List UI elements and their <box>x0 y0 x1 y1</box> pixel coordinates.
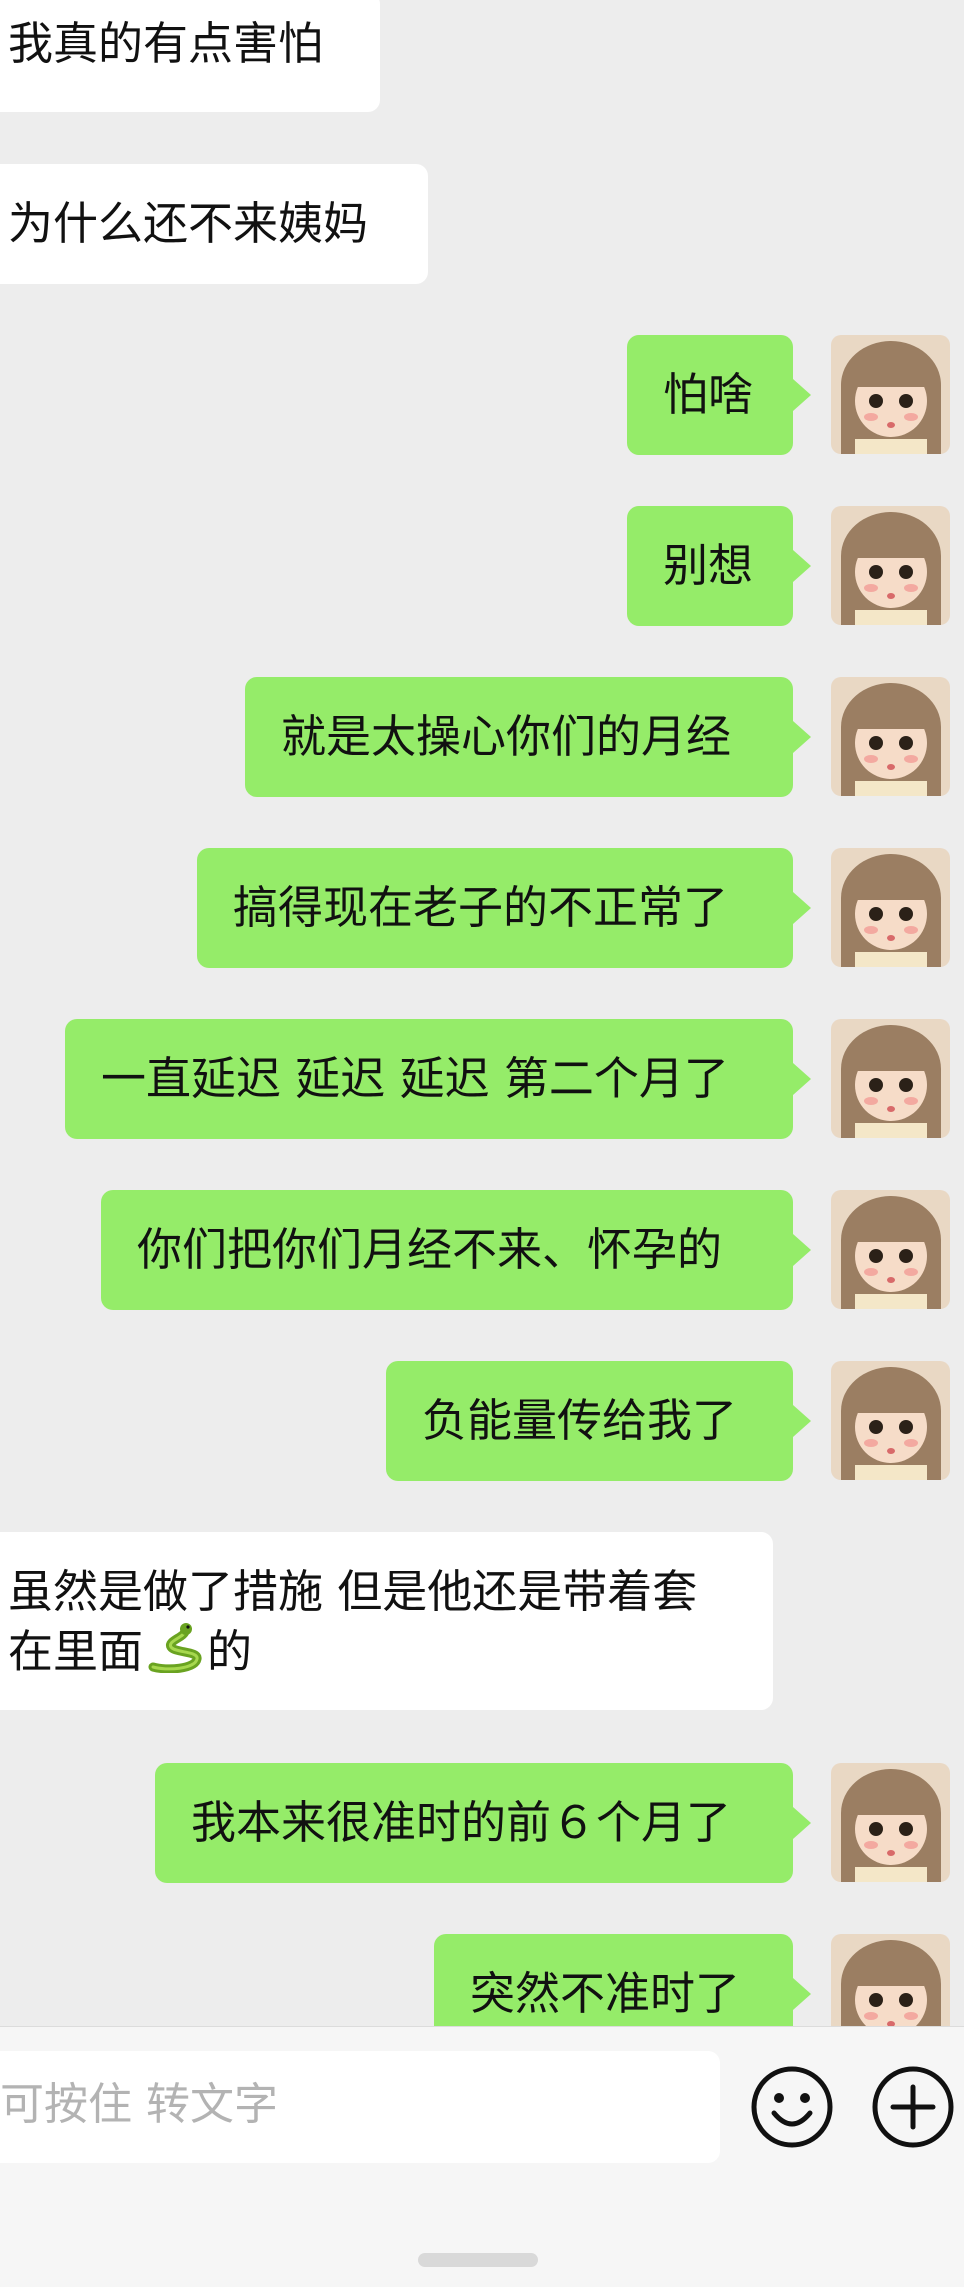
smiley-face-icon[interactable] <box>750 2065 834 2149</box>
message-text-line-1: 虽然是做了措施 但是他还是带着套 <box>8 1565 698 1618</box>
message-bubble-incoming[interactable]: 为什么还不来姨妈 <box>0 164 428 284</box>
message-bubble-outgoing[interactable]: 别想 <box>627 506 811 626</box>
message-text: 为什么还不来姨妈 <box>8 197 369 250</box>
doll-avatar-icon <box>831 1361 950 1480</box>
message-text: 你们把你们月经不来、怀孕的 <box>137 1223 723 1276</box>
snake-emoji-icon <box>145 1622 205 1688</box>
message-bubble-outgoing[interactable]: 我本来很准时的前６个月了 <box>155 1763 811 1883</box>
message-text: 就是太操心你们的月经 <box>281 710 732 763</box>
message-text: 怕啥 <box>663 368 754 421</box>
message-text-line-2: 在里面 的 <box>8 1622 753 1688</box>
doll-avatar-icon <box>831 848 950 967</box>
message-text: 别想 <box>663 539 754 592</box>
doll-avatar-icon <box>831 1763 950 1882</box>
avatar[interactable] <box>831 1763 950 1882</box>
message-bubble-outgoing[interactable]: 负能量传给我了 <box>386 1361 811 1481</box>
home-indicator <box>418 2253 538 2267</box>
doll-avatar-icon <box>831 506 950 625</box>
avatar[interactable] <box>831 1190 950 1309</box>
message-bubble-outgoing[interactable]: 突然不准时了 <box>434 1934 811 2026</box>
message-bubble-outgoing[interactable]: 一直延迟 延迟 延迟 第二个月了 <box>65 1019 811 1139</box>
message-bubble-incoming[interactable]: 我真的有点害怕 <box>0 0 380 112</box>
doll-avatar-icon <box>831 677 950 796</box>
avatar[interactable] <box>831 1019 950 1138</box>
message-text-part: 的 <box>207 1625 253 1678</box>
message-bubble-outgoing[interactable]: 就是太操心你们的月经 <box>245 677 811 797</box>
doll-avatar-icon <box>831 1190 950 1309</box>
message-text: 我本来很准时的前６个月了 <box>191 1796 732 1849</box>
hold-to-talk-button[interactable]: 可按住 转文字 <box>0 2051 720 2163</box>
message-text: 搞得现在老子的不正常了 <box>233 881 729 934</box>
message-text-part: 在里面 <box>8 1625 144 1678</box>
chat-input-bar: 可按住 转文字 <box>0 2026 964 2287</box>
chat-message-area[interactable]: 我真的有点害怕 为什么还不来姨妈 怕啥 别想 就是太操心你们的月经 搞得现在老子… <box>0 0 964 2026</box>
message-bubble-incoming[interactable]: 虽然是做了措施 但是他还是带着套 在里面 的 <box>0 1532 773 1710</box>
doll-avatar-icon <box>831 1934 950 2026</box>
doll-avatar-icon <box>831 1019 950 1138</box>
avatar[interactable] <box>831 1934 950 2026</box>
doll-avatar-icon <box>831 335 950 454</box>
avatar[interactable] <box>831 1361 950 1480</box>
message-text: 负能量传给我了 <box>422 1394 738 1447</box>
avatar[interactable] <box>831 848 950 967</box>
avatar[interactable] <box>831 677 950 796</box>
message-text: 一直延迟 延迟 延迟 第二个月了 <box>101 1052 729 1105</box>
avatar[interactable] <box>831 335 950 454</box>
message-bubble-outgoing[interactable]: 搞得现在老子的不正常了 <box>197 848 811 968</box>
plus-circle-icon[interactable] <box>871 2065 955 2149</box>
message-bubble-outgoing[interactable]: 怕啥 <box>627 335 811 455</box>
message-text: 突然不准时了 <box>470 1967 741 2020</box>
voice-hint-text: 可按住 转文字 <box>0 2079 278 2130</box>
message-bubble-outgoing[interactable]: 你们把你们月经不来、怀孕的 <box>101 1190 811 1310</box>
message-text: 我真的有点害怕 <box>8 17 324 70</box>
avatar[interactable] <box>831 506 950 625</box>
